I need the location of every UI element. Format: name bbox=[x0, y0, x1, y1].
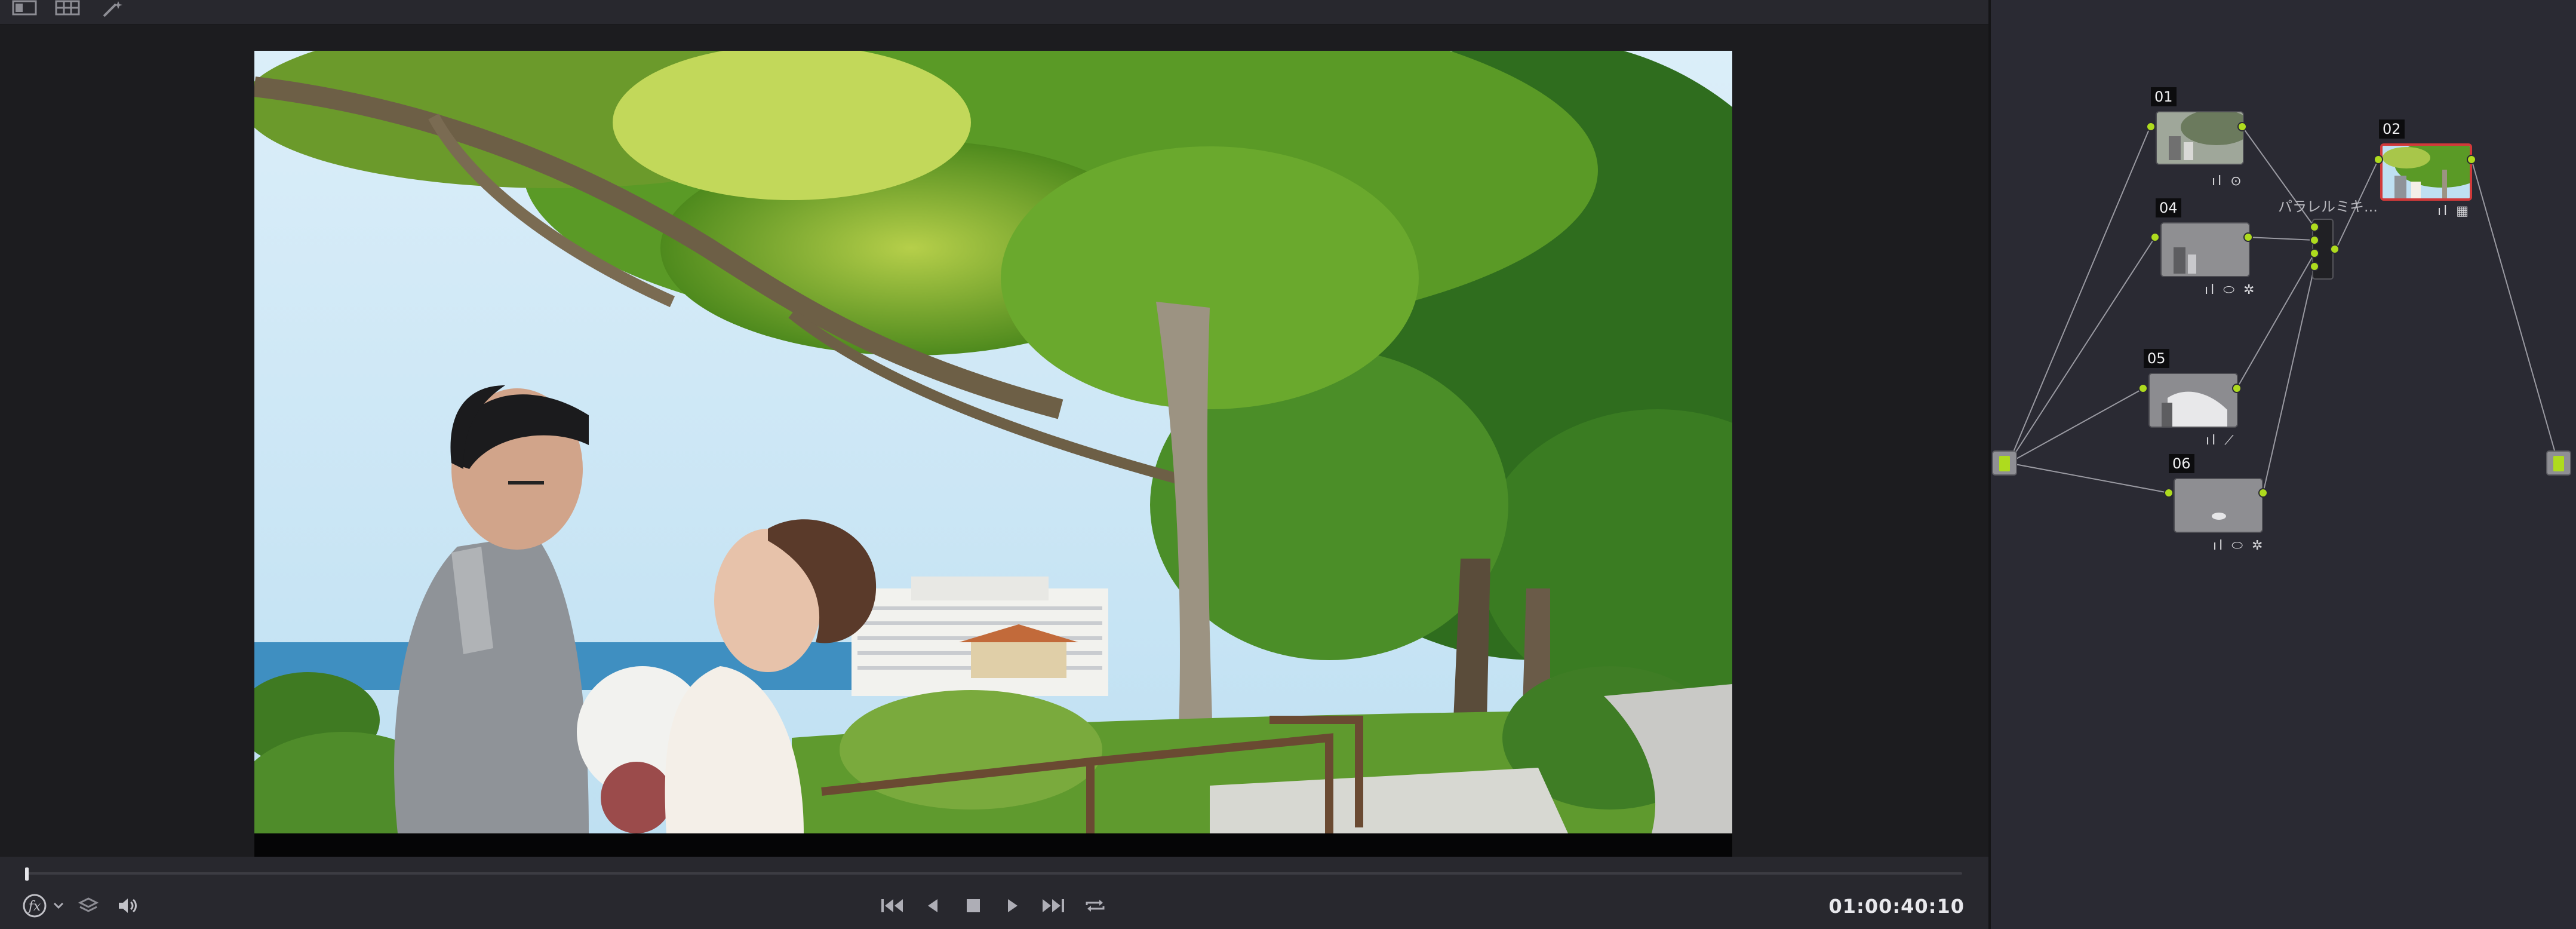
node-04-input-port[interactable] bbox=[2150, 232, 2160, 242]
node-thumbnail bbox=[2160, 222, 2250, 277]
node-01-input-port[interactable] bbox=[2146, 122, 2156, 131]
mixer-input-port-2[interactable] bbox=[2310, 235, 2319, 245]
parallel-mixer-label: パラレルミキ... bbox=[2278, 198, 2378, 215]
node-06-output-port[interactable] bbox=[2258, 488, 2268, 498]
node-04-output-port[interactable] bbox=[2243, 232, 2253, 242]
node-01[interactable]: 01 ıl ⊙ bbox=[2151, 87, 2246, 189]
node-label: 06 bbox=[2169, 454, 2194, 473]
viewer-toolbar bbox=[0, 0, 1988, 25]
node-04[interactable]: 04 ıl ⬭ ✲ bbox=[2156, 198, 2254, 306]
node-02-output-port[interactable] bbox=[2467, 155, 2476, 164]
skip-to-end-icon[interactable] bbox=[1039, 893, 1068, 919]
fx-icon[interactable]: fx bbox=[21, 893, 48, 919]
skip-to-start-icon[interactable] bbox=[878, 893, 906, 919]
node-thumbnail bbox=[2156, 111, 2244, 165]
chevron-down-icon[interactable] bbox=[51, 893, 66, 919]
viewer-layout-icon[interactable] bbox=[12, 0, 37, 18]
node-06-input-port[interactable] bbox=[2164, 488, 2174, 498]
mixer-input-port-4[interactable] bbox=[2310, 262, 2319, 271]
node-label: 05 bbox=[2144, 349, 2169, 368]
node-05-input-port[interactable] bbox=[2138, 384, 2148, 393]
transport-bar: fx 01:00:40:10 bbox=[0, 857, 1988, 929]
node-thumbnail bbox=[2174, 478, 2263, 533]
node-thumbnail bbox=[2380, 143, 2472, 201]
node-editor[interactable]: 01 ıl ⊙ 02 ıl ▦ 04 ıl ⬭ ✲ 05 ıl ⟋ 06 ıl … bbox=[1991, 0, 2576, 929]
node-tools: ıl ▦ bbox=[2437, 204, 2472, 219]
mixer-input-port-3[interactable] bbox=[2310, 249, 2319, 258]
play-icon[interactable] bbox=[1000, 893, 1026, 919]
node-tools: ıl ⬭ ✲ bbox=[2205, 283, 2257, 298]
node-tools: ıl ⬭ ✲ bbox=[2213, 538, 2265, 553]
mixer-output-port[interactable] bbox=[2330, 244, 2340, 254]
reverse-play-icon[interactable] bbox=[920, 893, 946, 919]
node-tools: ıl ⊙ bbox=[2212, 174, 2244, 189]
source-input-node[interactable] bbox=[1992, 450, 2017, 476]
magic-wand-icon[interactable] bbox=[100, 0, 125, 18]
playhead[interactable] bbox=[25, 867, 29, 881]
grid-icon[interactable] bbox=[55, 0, 80, 18]
viewer-panel: fx 01:00:40:10 bbox=[0, 0, 1988, 929]
scrubber[interactable] bbox=[26, 872, 1962, 875]
video-frame[interactable] bbox=[254, 51, 1732, 881]
node-thumbnail bbox=[2148, 373, 2238, 428]
node-tools: ıl ⟋ bbox=[2206, 433, 2236, 448]
node-05[interactable]: 05 ıl ⟋ bbox=[2144, 349, 2239, 456]
node-label: 01 bbox=[2151, 87, 2177, 106]
output-node[interactable] bbox=[2546, 450, 2571, 476]
node-01-output-port[interactable] bbox=[2237, 122, 2247, 131]
layers-icon[interactable] bbox=[75, 893, 102, 919]
node-label: 02 bbox=[2379, 119, 2405, 139]
node-05-output-port[interactable] bbox=[2232, 384, 2242, 393]
svg-text:fx: fx bbox=[27, 899, 41, 914]
node-label: 04 bbox=[2156, 198, 2181, 217]
stop-icon[interactable] bbox=[960, 893, 986, 919]
timecode: 01:00:40:10 bbox=[1828, 895, 1965, 918]
video-viewer[interactable] bbox=[0, 25, 1988, 881]
speaker-icon[interactable] bbox=[115, 893, 141, 919]
mixer-input-port-1[interactable] bbox=[2310, 222, 2319, 232]
node-02[interactable]: 02 ıl ▦ bbox=[2379, 119, 2477, 221]
node-06[interactable]: 06 ıl ⬭ ✲ bbox=[2169, 454, 2264, 562]
node-connections bbox=[2008, 126, 2559, 493]
node-02-input-port[interactable] bbox=[2374, 155, 2383, 164]
loop-icon[interactable] bbox=[1081, 893, 1109, 919]
